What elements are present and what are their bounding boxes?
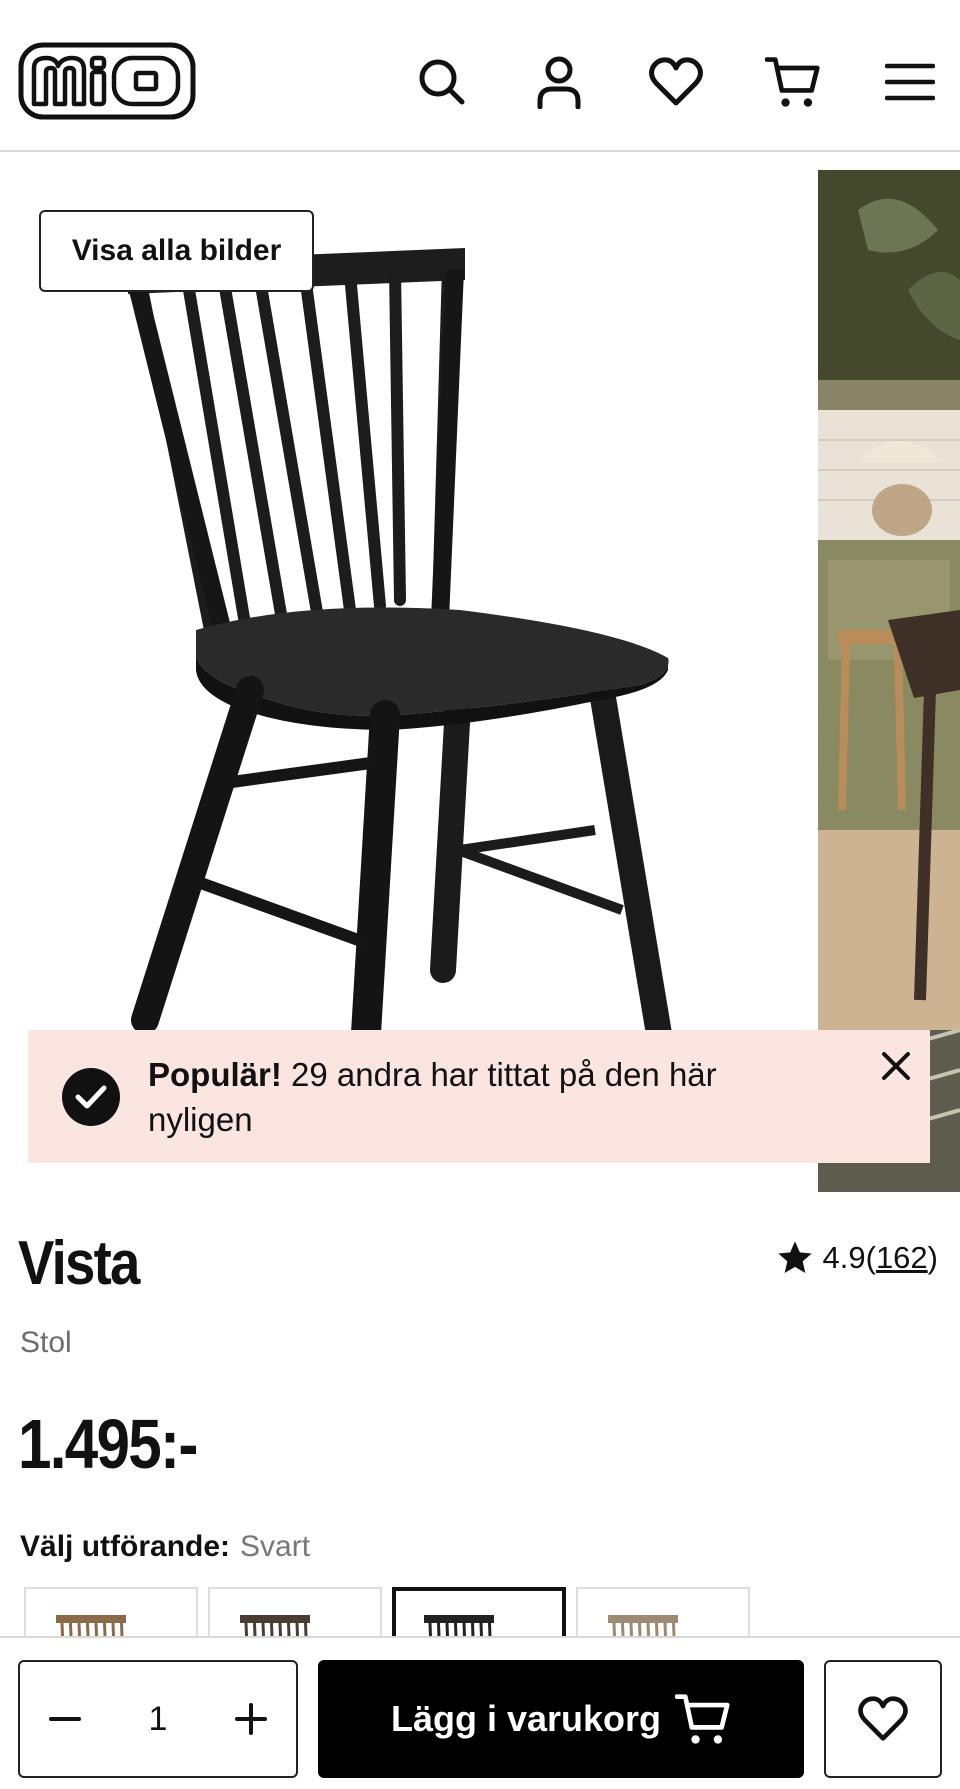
cart-icon[interactable] [765,52,821,112]
swatch-spindle [111,1622,116,1637]
swatch-spindle [646,1622,651,1637]
swatch-spindle [94,1622,99,1637]
variant-swatch[interactable] [208,1587,382,1637]
variant-selected-value: Svart [240,1530,311,1563]
site-header [0,0,960,152]
variant-swatch-selected[interactable] [392,1587,566,1637]
user-icon[interactable] [531,52,587,112]
quantity-value[interactable]: 1 [110,1662,206,1776]
swatch-spindle [488,1622,492,1637]
swatch-spindle [629,1622,634,1637]
swatch-spindle [445,1622,450,1637]
plus-icon[interactable] [206,1662,296,1776]
wishlist-button[interactable] [824,1660,942,1778]
quantity-stepper: 1 [18,1660,298,1778]
swatch-spindle [471,1622,475,1637]
swatch-spindle [462,1622,467,1637]
menu-icon[interactable] [882,52,938,112]
rating-paren-close: ) [927,1240,938,1275]
rating-paren-open: ( [865,1240,876,1275]
star-icon [777,1241,812,1273]
swatch-spindle [287,1622,291,1637]
check-icon [62,1068,120,1126]
swatch-spindle [69,1622,73,1637]
swatch-spindle [270,1622,274,1637]
swatch-spindle [437,1622,441,1637]
swatch-spindle [261,1622,266,1637]
product-category: Stol [20,1326,72,1359]
swatch-spindle [428,1622,433,1637]
variant-swatches [24,1587,764,1637]
swatch-spindle [638,1622,642,1637]
add-to-cart-label: Lägg i varukorg [390,1698,662,1739]
swatch-spindle [60,1622,65,1637]
product-title: Vista [18,1229,140,1298]
popular-label: Populär! [148,1056,282,1093]
popular-banner: Populär! 29 andra har tittat på den här … [28,1030,930,1163]
heart-icon [858,1696,908,1741]
swatch-spindle [77,1622,82,1637]
bottom-action-bar: 1 Lägg i varukorg [0,1636,960,1789]
variant-swatch[interactable] [24,1587,198,1637]
swatch-spindle [479,1622,484,1637]
mio-logo[interactable] [18,42,196,120]
close-icon[interactable] [872,1042,920,1090]
swatch-spindle [86,1622,90,1637]
rating-value: 4.9 [822,1240,866,1275]
add-to-cart-button[interactable]: Lägg i varukorg [318,1660,804,1778]
swatch-spindle [253,1622,257,1637]
show-all-images-button[interactable]: Visa alla bilder [39,210,314,292]
swatch-chair-top [240,1615,310,1623]
search-icon[interactable] [414,52,470,112]
swatch-spindle [655,1622,659,1637]
cart-icon [675,1694,730,1744]
swatch-spindle [672,1622,676,1637]
heart-icon[interactable] [648,52,704,112]
swatch-chair-top [608,1615,678,1623]
swatch-spindle [120,1622,124,1637]
variant-label-text: Välj utförande: [20,1530,231,1563]
swatch-spindle [621,1622,625,1637]
swatch-spindle [454,1622,458,1637]
variant-swatch[interactable] [576,1587,750,1637]
variant-label: Välj utförande: Svart [20,1530,310,1564]
product-price: 1.495:- [18,1405,198,1483]
swatch-spindle [663,1622,668,1637]
swatch-spindle [103,1622,107,1637]
minus-icon[interactable] [20,1662,110,1776]
swatch-spindle [612,1622,617,1637]
swatch-spindle [278,1622,283,1637]
popular-message: Populär! 29 andra har tittat på den här … [148,1052,788,1142]
swatch-chair-top [56,1615,126,1623]
swatch-chair-top [424,1615,494,1623]
swatch-spindle [295,1622,300,1637]
swatch-spindle [304,1622,308,1637]
product-rating: 4.9 (162) [775,1238,938,1278]
review-count-link[interactable]: 162 [876,1240,928,1276]
swatch-spindle [244,1622,249,1637]
